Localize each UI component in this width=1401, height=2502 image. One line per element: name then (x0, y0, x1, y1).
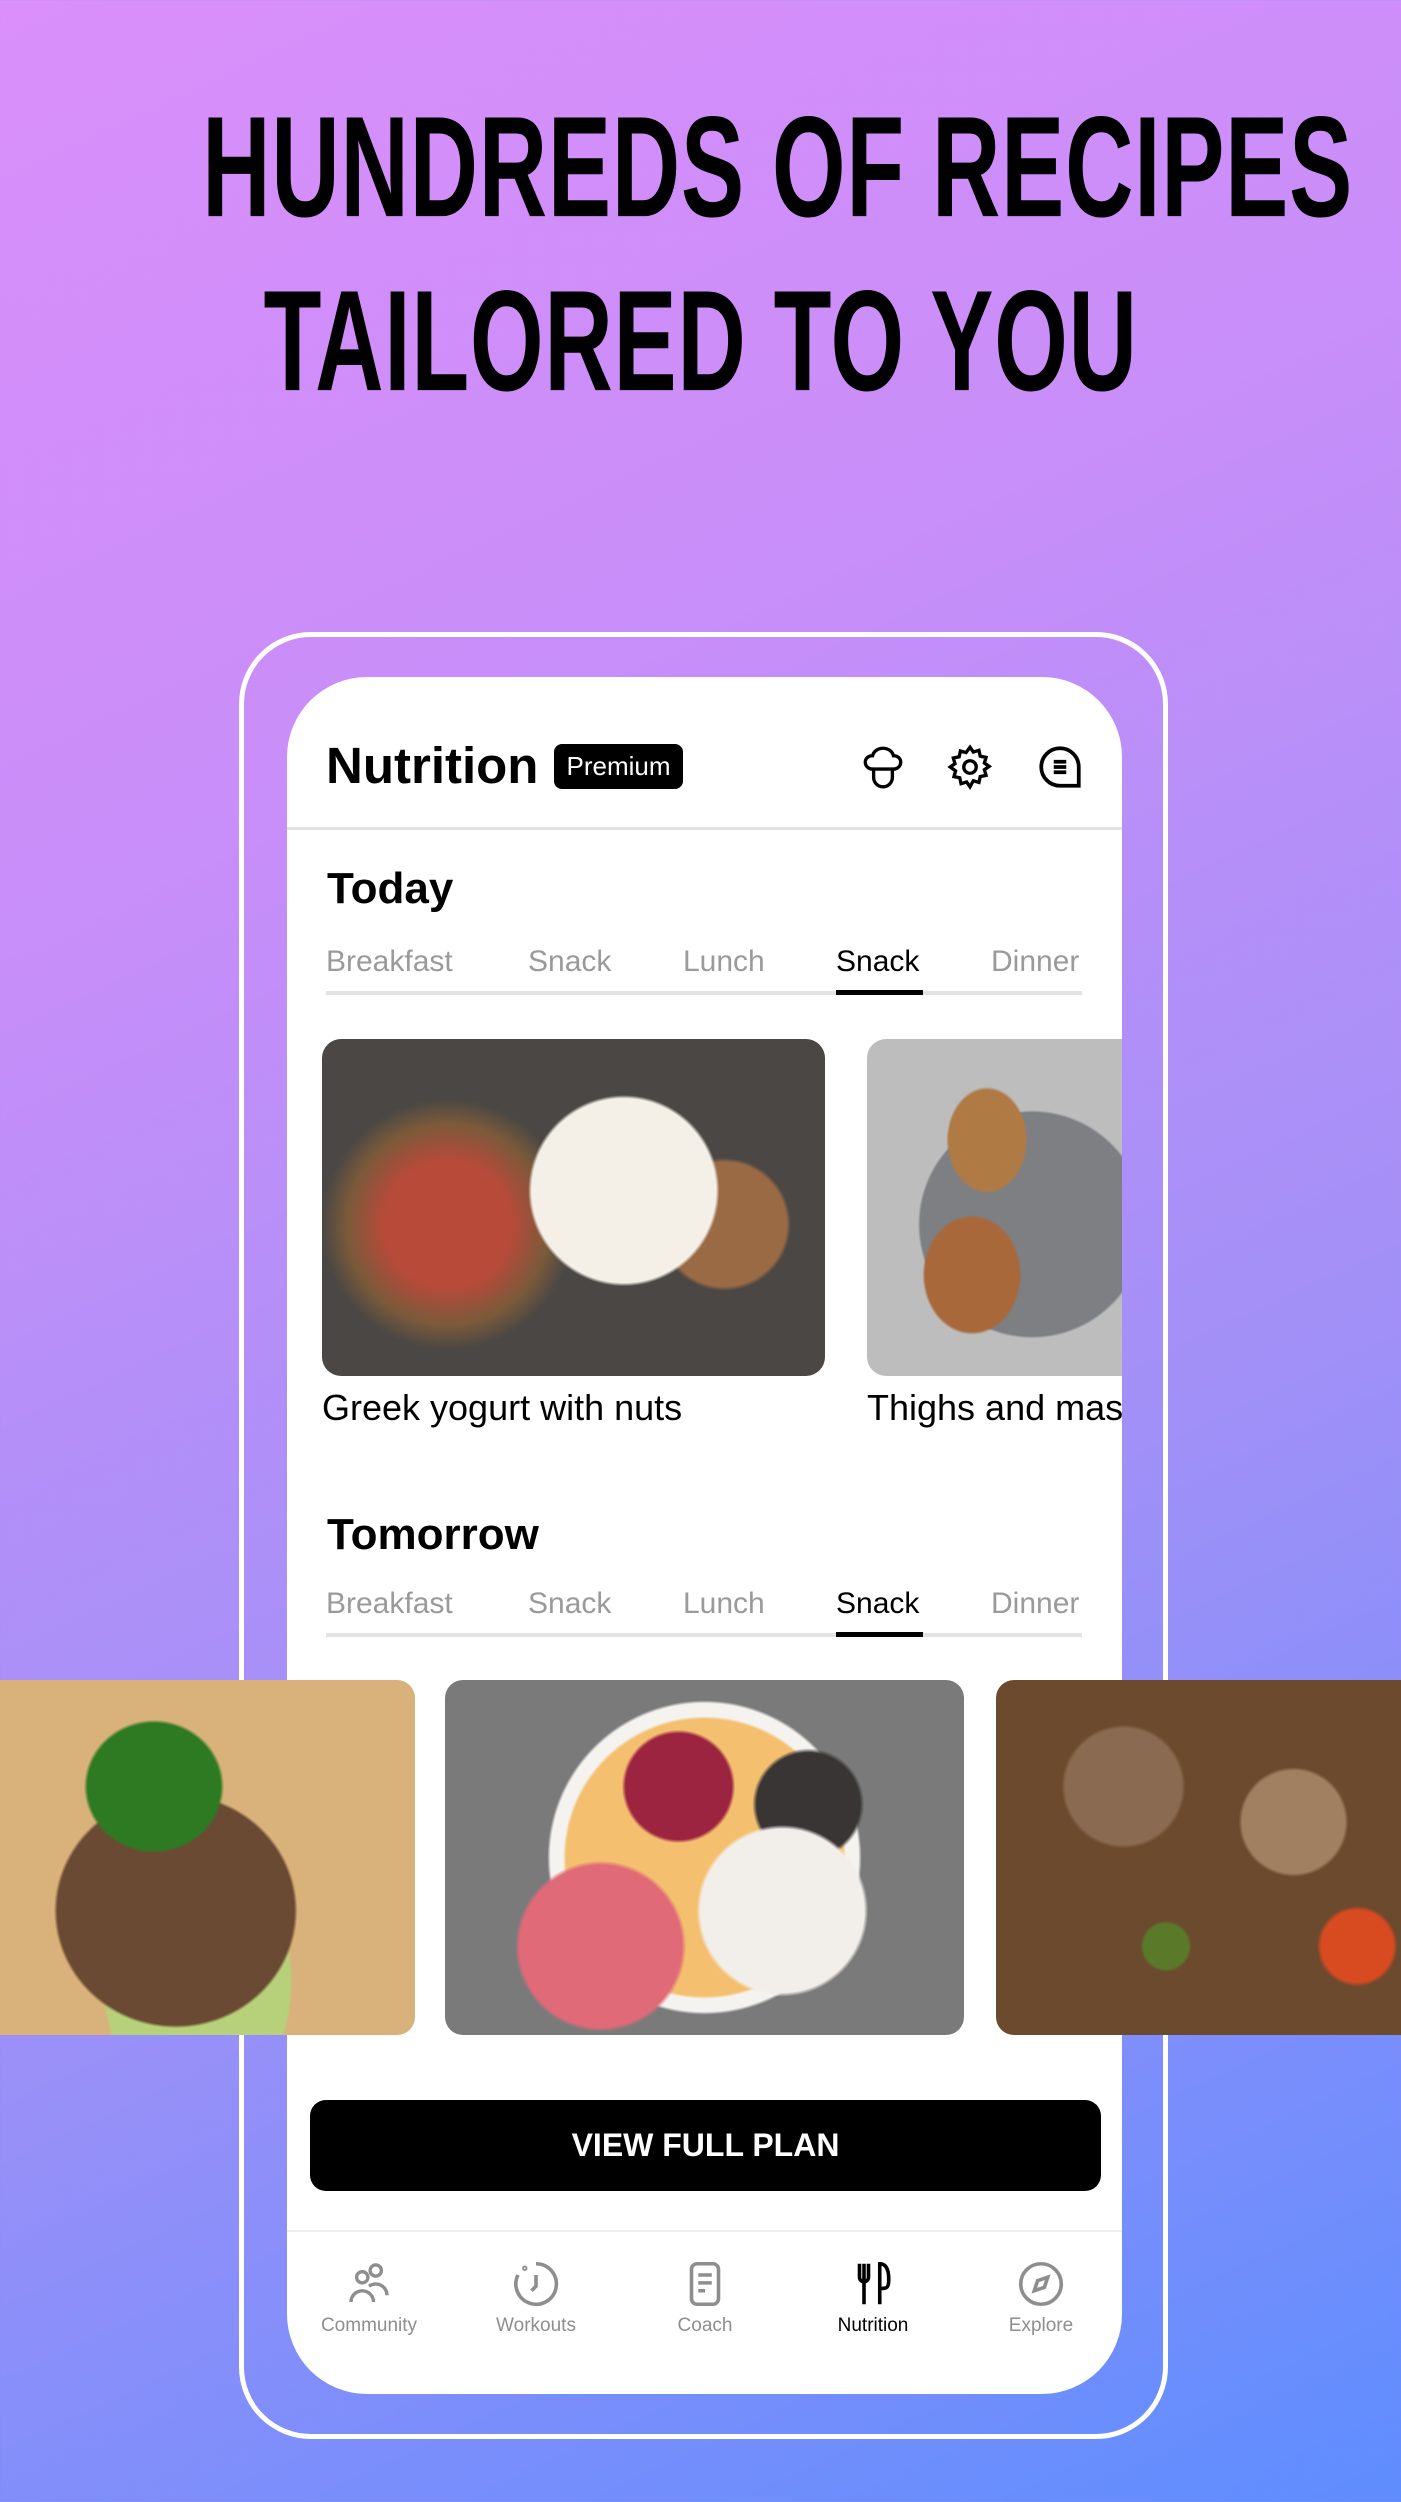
active-tab-indicator (836, 1632, 923, 1637)
tomorrow-tab-snack-2[interactable]: Snack (836, 1587, 919, 1621)
chef-hat-icon[interactable] (858, 742, 908, 792)
nav-nutrition[interactable]: Nutrition (803, 2257, 943, 2337)
community-icon (349, 2263, 389, 2303)
today-tab-dinner[interactable]: Dinner (991, 945, 1079, 979)
page-title: Nutrition (326, 737, 539, 794)
nav-explore[interactable]: Explore (971, 2257, 1111, 2337)
headline-line-2: TAILORED TO YOU (263, 261, 1138, 422)
card-caption: Thighs and mas (867, 1387, 1122, 1428)
tomorrow-tab-lunch[interactable]: Lunch (683, 1587, 765, 1621)
today-tab-snack-1[interactable]: Snack (528, 945, 611, 979)
yogurt-bowl-image[interactable] (322, 1039, 825, 1376)
premium-badge: Premium (554, 744, 683, 789)
nav-label: Explore (1008, 2315, 1074, 2336)
header-divider (287, 827, 1122, 830)
nav-workouts[interactable]: Workouts (466, 2257, 606, 2337)
nav-label: Nutrition (837, 2315, 909, 2336)
nav-coach[interactable]: Coach (635, 2257, 775, 2337)
mushroom-quinoa-image[interactable] (996, 1680, 1401, 2035)
gear-icon[interactable] (945, 742, 995, 792)
card-caption: Greek yogurt with nuts (322, 1387, 683, 1428)
smoothie-bowl-image[interactable] (445, 1680, 964, 2035)
today-tab-lunch[interactable]: Lunch (683, 945, 765, 979)
fork-knife-icon (857, 2261, 891, 2305)
chat-icon[interactable] (1035, 742, 1085, 792)
nav-label: Workouts (496, 2315, 576, 2336)
nav-community[interactable]: Community (299, 2257, 439, 2337)
tomorrow-heading: Tomorrow (327, 1510, 539, 1559)
chicken-thighs-image[interactable] (867, 1039, 1122, 1376)
tab-track (326, 991, 1082, 995)
tomorrow-tab-snack-1[interactable]: Snack (528, 1587, 611, 1621)
today-heading: Today (327, 864, 454, 913)
compass-icon (1018, 2261, 1064, 2307)
phone-screen: Nutrition Premium Today Breakfast Snack … (287, 677, 1122, 2394)
timer-icon (514, 2261, 559, 2307)
today-meal-tabs: Breakfast Snack Lunch Snack Dinner (326, 945, 1082, 995)
today-tab-breakfast[interactable]: Breakfast (326, 945, 453, 979)
document-icon (689, 2261, 721, 2307)
tomorrow-tab-breakfast[interactable]: Breakfast (326, 1587, 453, 1621)
tomorrow-tab-dinner[interactable]: Dinner (991, 1587, 1079, 1621)
nav-divider (287, 2230, 1122, 2232)
tab-track (326, 1633, 1082, 1637)
nav-label: Community (320, 2315, 418, 2336)
today-tab-snack-2[interactable]: Snack (836, 945, 919, 979)
burger-image[interactable] (0, 1680, 415, 2035)
tomorrow-meal-tabs: Breakfast Snack Lunch Snack Dinner (326, 1587, 1082, 1637)
headline-line-1: HUNDREDS OF RECIPES (202, 87, 1354, 248)
view-full-plan-button[interactable]: VIEW FULL PLAN (310, 2100, 1101, 2191)
nav-label: Coach (677, 2315, 733, 2336)
active-tab-indicator (836, 990, 923, 995)
